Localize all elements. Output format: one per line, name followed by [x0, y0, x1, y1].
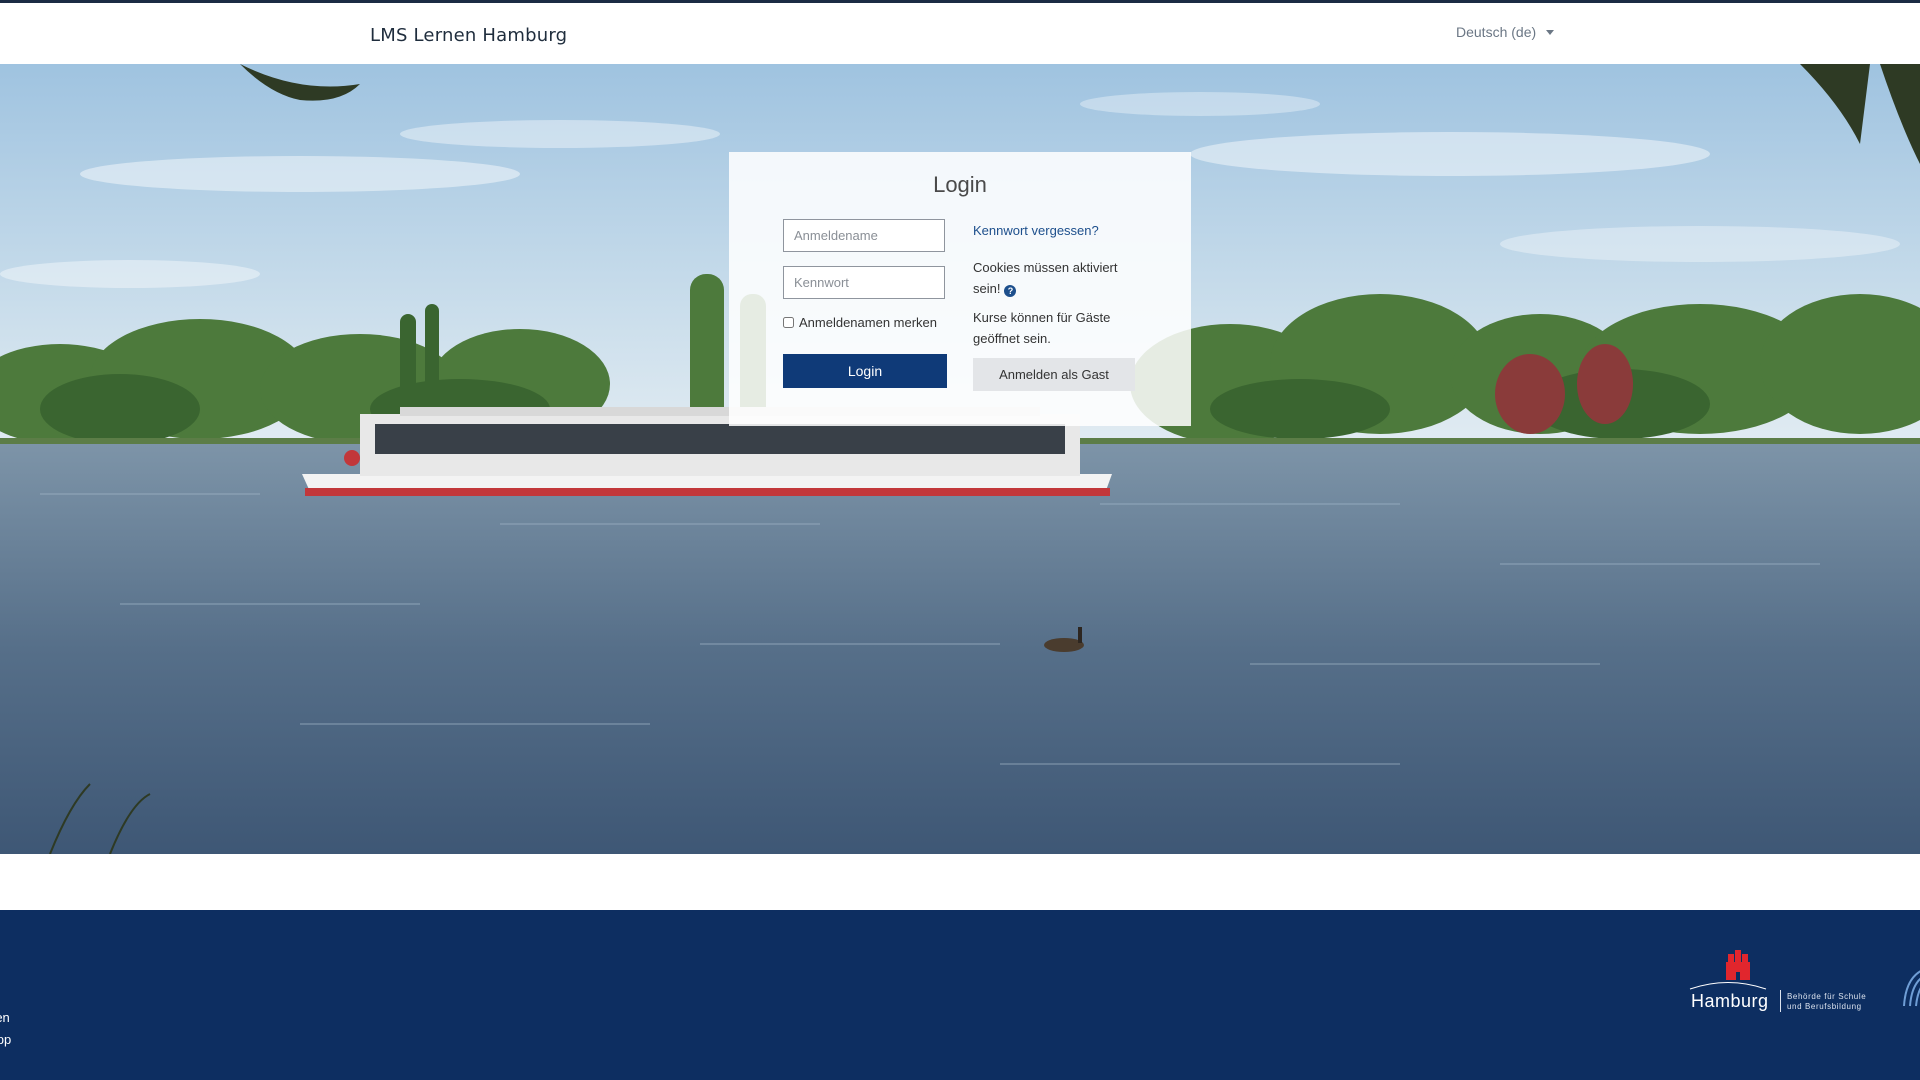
footer-link-2[interactable]: e App: [0, 1032, 11, 1047]
secondary-logo-icon: [1903, 970, 1920, 1007]
top-navbar: LMS Lernen Hamburg Deutsch (de): [0, 0, 1920, 64]
remember-checkbox[interactable]: [783, 317, 794, 328]
help-icon[interactable]: ?: [1004, 285, 1017, 297]
guest-login-button[interactable]: Anmelden als Gast: [973, 358, 1135, 391]
footer: burg risten e App Hamburg Behörde für Sc…: [0, 910, 1920, 1080]
login-card: Login Anmeldenamen merken Login Kennwort…: [729, 152, 1191, 426]
hamburg-logo: Hamburg Behörde für Schule und Berufsbil…: [1688, 950, 1920, 1020]
footer-link-1[interactable]: risten: [0, 1010, 10, 1025]
cookies-notice-text: Cookies müssen aktiviert sein!: [973, 260, 1118, 296]
language-selector[interactable]: Deutsch (de): [1456, 24, 1555, 40]
cookies-notice: Cookies müssen aktiviert sein!?: [973, 257, 1133, 299]
forgot-password-link[interactable]: Kennwort vergessen?: [973, 223, 1099, 238]
guest-notice: Kurse können für Gäste geöffnet sein.: [973, 310, 1111, 346]
remember-label: Anmeldenamen merken: [799, 315, 938, 330]
logo-wordmark: Hamburg: [1691, 991, 1769, 1011]
logo-divider: [1780, 990, 1781, 1012]
login-title: Login: [933, 172, 987, 197]
login-button[interactable]: Login: [783, 354, 947, 388]
language-label: Deutsch (de): [1456, 24, 1537, 40]
remember-username[interactable]: Anmeldenamen merken: [783, 315, 937, 330]
logo-subtitle: Behörde für Schule und Berufsbildung: [1787, 992, 1866, 1012]
logo-subtitle-line2: und Berufsbildung: [1787, 1002, 1862, 1011]
logo-subtitle-line1: Behörde für Schule: [1787, 992, 1867, 1001]
logo-arc-icon: [1689, 982, 1767, 990]
content-spacer: [0, 854, 1920, 910]
password-input[interactable]: [783, 266, 945, 299]
caret-down-icon: [1546, 30, 1555, 35]
username-input[interactable]: [783, 219, 945, 252]
site-name-link[interactable]: LMS Lernen Hamburg: [370, 25, 567, 46]
